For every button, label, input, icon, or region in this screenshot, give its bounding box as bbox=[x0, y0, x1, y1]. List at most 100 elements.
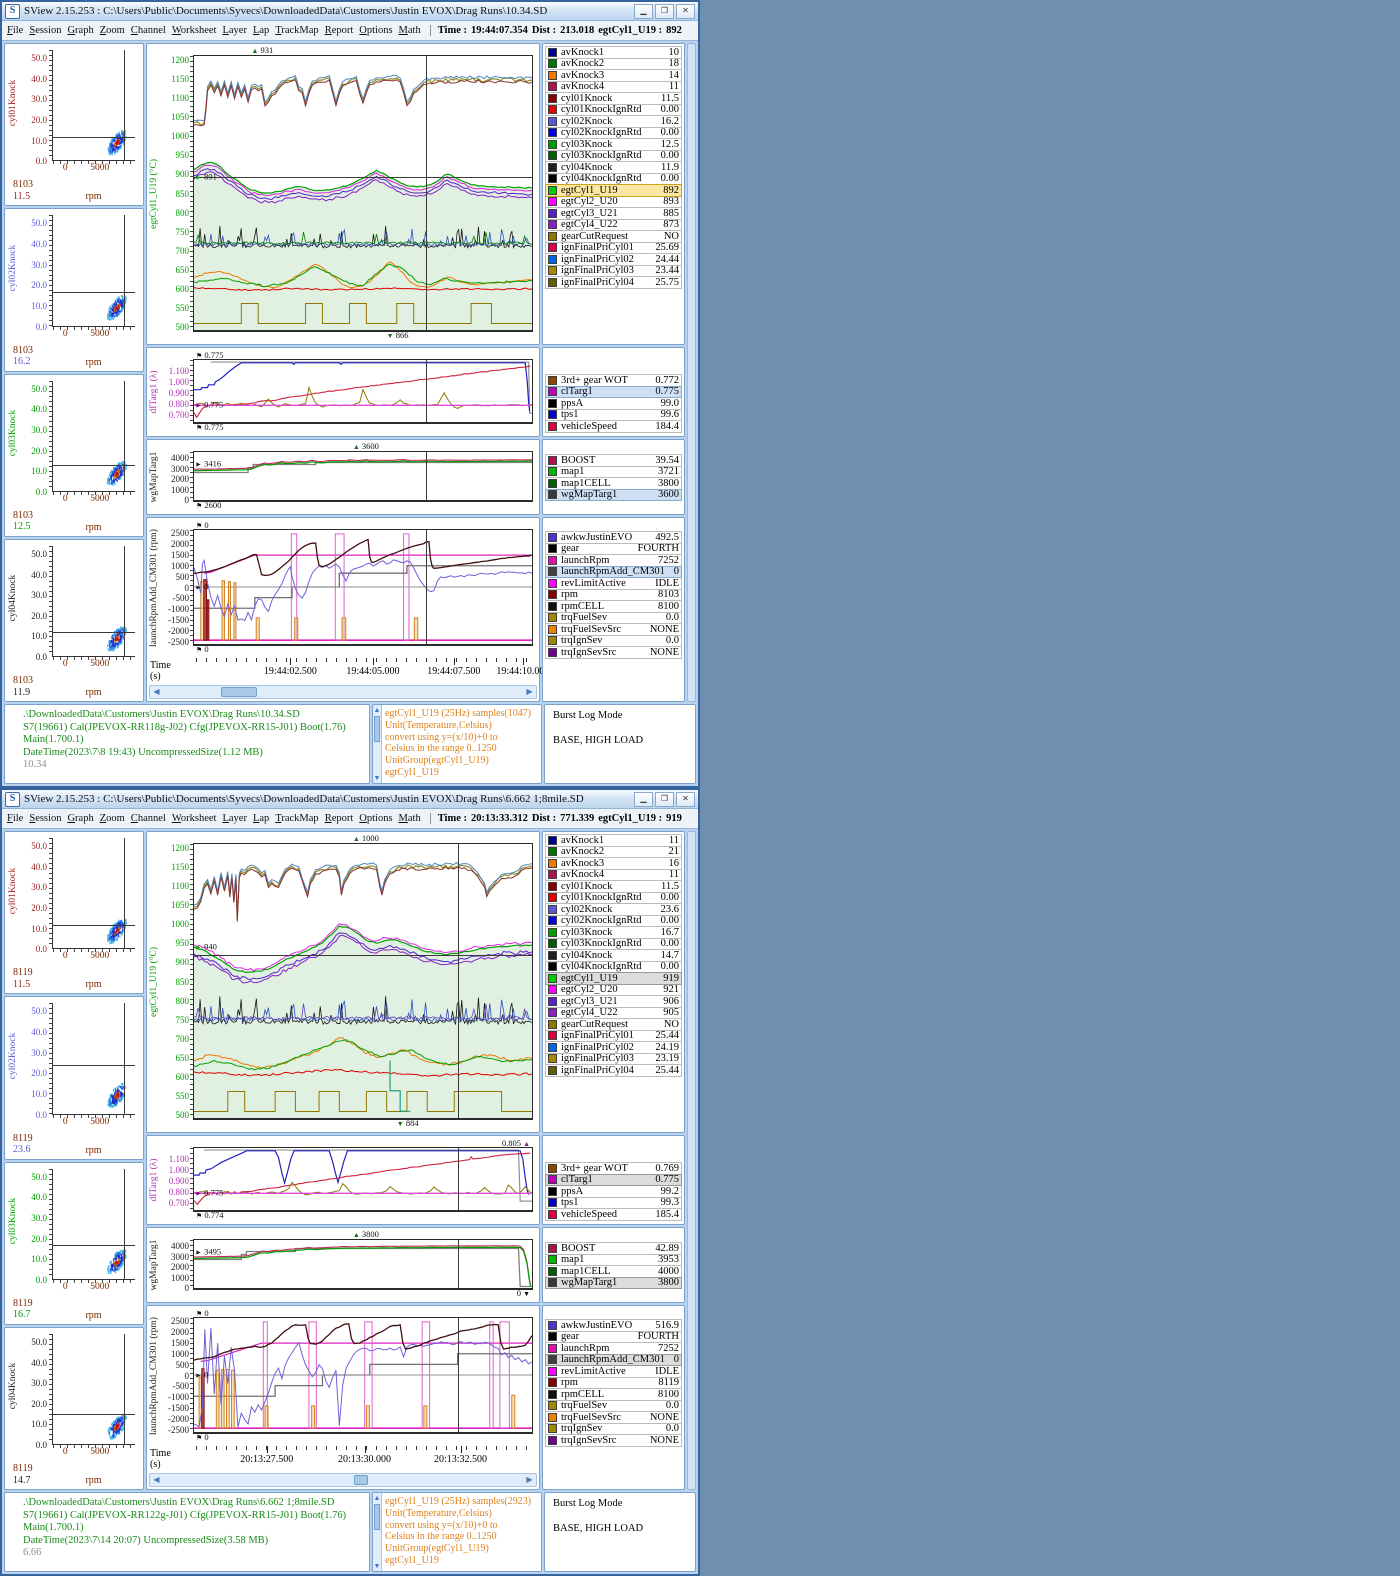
menu-file[interactable]: File bbox=[4, 812, 26, 825]
menu-graph[interactable]: Graph bbox=[64, 24, 96, 37]
menu-items: FileSessionGraphZoomChannelWorksheetLaye… bbox=[4, 813, 424, 824]
scatter-plot[interactable]: 05000 bbox=[52, 546, 135, 657]
scroll-down-arrow[interactable]: ▼ bbox=[374, 774, 381, 782]
scroll-down-arrow[interactable]: ▼ bbox=[374, 1562, 381, 1570]
channel-color-swatch bbox=[548, 882, 557, 891]
rpm-value: 8119 bbox=[13, 967, 33, 979]
menu-layer[interactable]: Layer bbox=[219, 812, 250, 825]
scatter-plot[interactable]: 05000 bbox=[52, 50, 135, 161]
channel-row[interactable]: trqIgnSevSrcNONE bbox=[545, 646, 682, 659]
channel-row[interactable]: ignFinalPriCyl0425.75 bbox=[545, 276, 682, 289]
menu-zoom[interactable]: Zoom bbox=[97, 24, 128, 37]
scatter-panel[interactable]: cyl03Knock50.040.030.020.010.00.005000rp… bbox=[4, 374, 144, 537]
scatter-plot[interactable]: 05000 bbox=[52, 1169, 135, 1280]
channel-row[interactable]: vehicleSpeed184.4 bbox=[545, 420, 682, 433]
menu-lap[interactable]: Lap bbox=[250, 812, 272, 825]
scatter-plot[interactable]: 05000 bbox=[52, 215, 135, 326]
minimize-button[interactable]: ▁ bbox=[634, 4, 653, 19]
launch-plot[interactable]: ⚑ 0► 0⚑ 0 bbox=[193, 529, 533, 646]
menu-math[interactable]: Math bbox=[396, 812, 424, 825]
restore-button[interactable]: ❐ bbox=[655, 4, 674, 19]
egt-plot[interactable]: ▲ 1000► 940▼ 884 bbox=[193, 843, 533, 1120]
menu-report[interactable]: Report bbox=[322, 24, 357, 37]
menu-zoom[interactable]: Zoom bbox=[97, 812, 128, 825]
scroll-right-arrow[interactable]: ▶ bbox=[523, 1474, 536, 1486]
vertical-scrollbar[interactable] bbox=[687, 831, 696, 1490]
scroll-up-arrow[interactable]: ▲ bbox=[374, 1494, 381, 1502]
menu-file[interactable]: File bbox=[4, 24, 26, 37]
channel-row[interactable]: wgMapTarg13600 bbox=[545, 489, 682, 502]
menu-options[interactable]: Options bbox=[356, 812, 395, 825]
channel-row[interactable]: launchRpmAdd_CM3010 bbox=[545, 1354, 682, 1367]
menu-session[interactable]: Session bbox=[26, 812, 64, 825]
channel-row[interactable]: clTarg10.775 bbox=[545, 1174, 682, 1187]
scatter-plot[interactable]: 05000 bbox=[52, 381, 135, 492]
scroll-track[interactable] bbox=[163, 686, 523, 698]
scatter-panel[interactable]: cyl04Knock50.040.030.020.010.00.005000rp… bbox=[4, 539, 144, 702]
knock-value: 11.5 bbox=[13, 979, 33, 991]
menu-worksheet[interactable]: Worksheet bbox=[169, 24, 220, 37]
scatter-plot[interactable]: 05000 bbox=[52, 1334, 135, 1445]
lambda-plot[interactable]: 0.805 ▲► 0.775⚑ 0.774 bbox=[193, 1147, 533, 1212]
scatter-panel[interactable]: cyl04Knock50.040.030.020.010.00.005000rp… bbox=[4, 1327, 144, 1490]
scroll-right-arrow[interactable]: ▶ bbox=[523, 686, 536, 698]
vertical-scrollbar[interactable] bbox=[687, 43, 696, 702]
channel-name: map1CELL bbox=[561, 478, 654, 489]
scatter-plot[interactable]: 05000 bbox=[52, 838, 135, 949]
boost-plot[interactable]: ▲ 3800► 34950 ▼ bbox=[193, 1239, 533, 1290]
menu-lap[interactable]: Lap bbox=[250, 24, 272, 37]
channel-row[interactable]: launchRpmAdd_CM3010 bbox=[545, 566, 682, 579]
boost-plot[interactable]: ▲ 3600► 3416⚑ 2600 bbox=[193, 451, 533, 502]
menu-math[interactable]: Math bbox=[396, 24, 424, 37]
mini-scroll-thumb[interactable] bbox=[374, 716, 380, 742]
channel-row[interactable]: ignFinalPriCyl0425.44 bbox=[545, 1064, 682, 1077]
mini-scroll-thumb[interactable] bbox=[374, 1504, 380, 1530]
channel-row[interactable]: clTarg10.775 bbox=[545, 386, 682, 399]
restore-button[interactable]: ❐ bbox=[655, 792, 674, 807]
scatter-panel[interactable]: cyl03Knock50.040.030.020.010.00.005000rp… bbox=[4, 1162, 144, 1325]
scatter-panel[interactable]: cyl02Knock50.040.030.020.010.00.005000rp… bbox=[4, 996, 144, 1159]
scroll-thumb[interactable] bbox=[354, 1475, 368, 1485]
menu-options[interactable]: Options bbox=[356, 24, 395, 37]
channel-value: 25.69 bbox=[655, 242, 679, 253]
menu-trackmap[interactable]: TrackMap bbox=[272, 24, 321, 37]
scroll-thumb[interactable] bbox=[221, 687, 257, 697]
channel-color-swatch bbox=[548, 636, 557, 645]
menu-session[interactable]: Session bbox=[26, 24, 64, 37]
minimize-button[interactable]: ▁ bbox=[634, 792, 653, 807]
horizontal-scrollbar[interactable]: ◀ ▶ bbox=[149, 685, 537, 699]
channel-row[interactable]: egtCyl1_U19919 bbox=[545, 972, 682, 985]
menu-worksheet[interactable]: Worksheet bbox=[169, 812, 220, 825]
lambda-plot[interactable]: ⚑ 0.775► 0.775⚑ 0.775 bbox=[193, 359, 533, 424]
title-bar[interactable]: S SView 2.15.253 : C:\Users\Public\Docum… bbox=[2, 2, 698, 21]
scatter-panel[interactable]: cyl01Knock50.040.030.020.010.00.005000rp… bbox=[4, 43, 144, 206]
channel-row[interactable]: wgMapTarg13800 bbox=[545, 1277, 682, 1290]
launch-plot[interactable]: ⚑ 0► 0⚑ 0 bbox=[193, 1317, 533, 1434]
mini-scrollbar[interactable]: ▲▼ bbox=[373, 705, 382, 783]
scroll-left-arrow[interactable]: ◀ bbox=[150, 1474, 163, 1486]
horizontal-scrollbar[interactable]: ◀ ▶ bbox=[149, 1473, 537, 1487]
channel-row[interactable]: vehicleSpeed185.4 bbox=[545, 1208, 682, 1221]
scatter-panel[interactable]: cyl02Knock50.040.030.020.010.00.005000rp… bbox=[4, 208, 144, 371]
menu-channel[interactable]: Channel bbox=[128, 24, 169, 37]
channel-value: 16.7 bbox=[661, 927, 679, 938]
channel-value: 0.00 bbox=[661, 150, 679, 161]
mini-scrollbar[interactable]: ▲▼ bbox=[373, 1493, 382, 1571]
menu-channel[interactable]: Channel bbox=[128, 812, 169, 825]
scroll-left-arrow[interactable]: ◀ bbox=[150, 686, 163, 698]
menu-graph[interactable]: Graph bbox=[64, 812, 96, 825]
close-button[interactable]: ✕ bbox=[676, 792, 695, 807]
title-bar[interactable]: S SView 2.15.253 : C:\Users\Public\Docum… bbox=[2, 790, 698, 809]
menu-trackmap[interactable]: TrackMap bbox=[272, 812, 321, 825]
scroll-up-arrow[interactable]: ▲ bbox=[374, 706, 381, 714]
egt-plot[interactable]: ▲ 931► 891▼ 866 bbox=[193, 55, 533, 332]
channel-row[interactable]: egtCyl1_U19892 bbox=[545, 184, 682, 197]
channel-row[interactable]: trqIgnSevSrcNONE bbox=[545, 1434, 682, 1447]
scroll-track[interactable] bbox=[163, 1474, 523, 1486]
close-button[interactable]: ✕ bbox=[676, 4, 695, 19]
scatter-plot[interactable]: 05000 bbox=[52, 1003, 135, 1114]
menu-report[interactable]: Report bbox=[322, 812, 357, 825]
axis-tick-label: 0.800 bbox=[169, 1187, 189, 1197]
scatter-panel[interactable]: cyl01Knock50.040.030.020.010.00.005000rp… bbox=[4, 831, 144, 994]
menu-layer[interactable]: Layer bbox=[219, 24, 250, 37]
